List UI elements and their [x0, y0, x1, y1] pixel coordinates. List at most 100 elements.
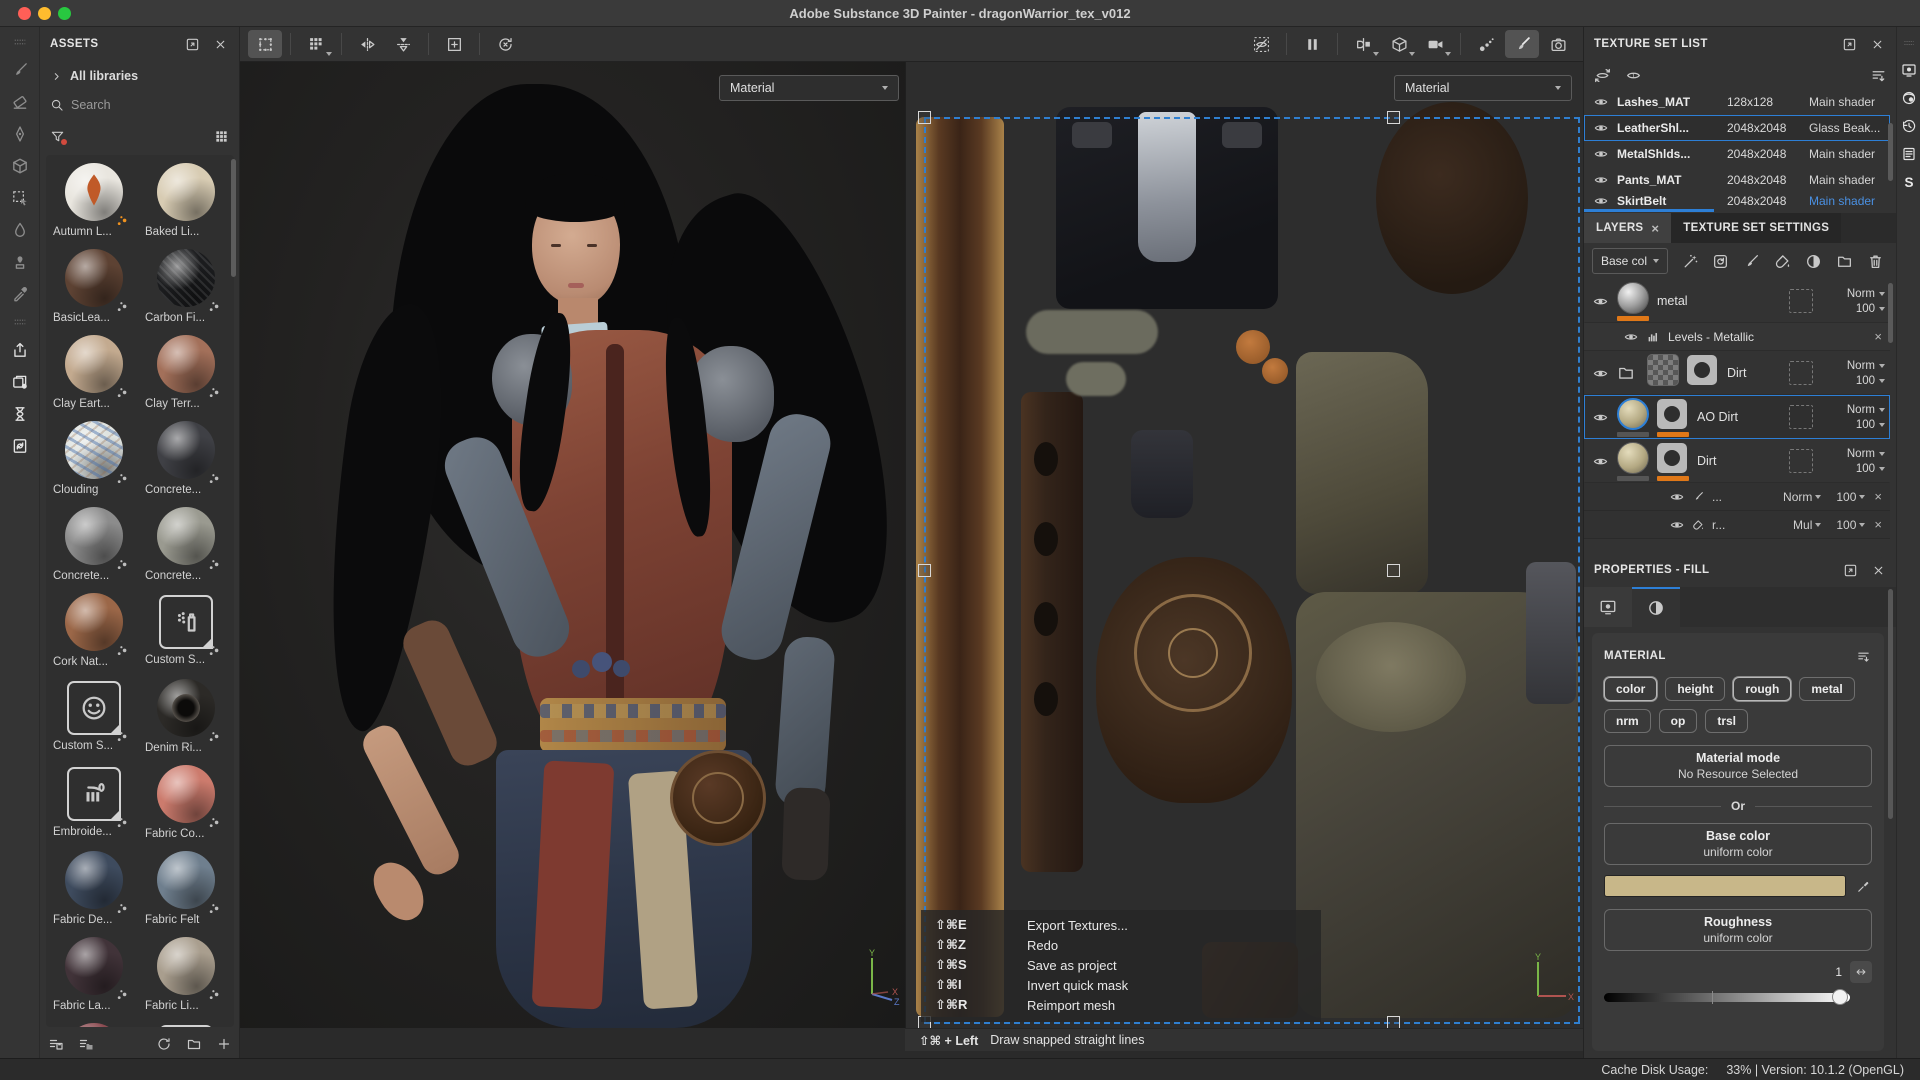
close-tab-icon[interactable]: ×	[1651, 221, 1659, 236]
texture-set-vscrollbar[interactable]	[1888, 123, 1893, 181]
remove-effect-button[interactable]: ×	[1874, 489, 1882, 504]
visibility-toggle[interactable]	[1670, 518, 1684, 532]
opacity-dropdown[interactable]: 100	[1836, 490, 1865, 504]
frame-add-button[interactable]	[437, 30, 471, 58]
opacity-dropdown[interactable]: 100	[1856, 303, 1885, 315]
channel-chip-height[interactable]: height	[1665, 677, 1725, 701]
eyedropper-icon[interactable]	[1854, 877, 1872, 895]
asset-item[interactable]: Custom S...	[142, 593, 230, 679]
texture-set-shader[interactable]: Main shader	[1809, 173, 1883, 187]
resources-updater-button[interactable]	[5, 431, 35, 461]
group-thumbnail[interactable]	[1647, 354, 1679, 386]
trash-button[interactable]	[1861, 248, 1889, 274]
asset-item[interactable]: Concrete...	[142, 507, 230, 593]
asset-thumbnail[interactable]	[157, 163, 215, 221]
channel-chip-rough[interactable]: rough	[1733, 677, 1791, 701]
asset-item[interactable]: Fabric Li...	[142, 937, 230, 1023]
search-input[interactable]	[71, 98, 191, 112]
geometry-fill-button[interactable]	[5, 151, 35, 181]
float-panel-button[interactable]	[183, 35, 201, 53]
asset-item[interactable]: Autumn L...	[50, 163, 138, 249]
close-panel-button[interactable]	[211, 35, 229, 53]
shading-mode-dropdown-3d[interactable]: Material	[719, 75, 899, 101]
layer-row[interactable]: DirtNorm100	[1584, 439, 1890, 483]
selection-handle[interactable]	[918, 564, 931, 577]
visibility-toggle[interactable]	[1591, 95, 1611, 109]
filter-funnel-icon[interactable]	[50, 129, 65, 144]
base-color-button[interactable]: Base color uniform color	[1604, 823, 1872, 865]
projection-button[interactable]	[5, 119, 35, 149]
asset-thumbnail[interactable]	[157, 249, 215, 307]
marquee-button[interactable]	[248, 30, 282, 58]
solo-one-button[interactable]: 1	[1625, 67, 1642, 84]
selection-handle[interactable]	[1387, 564, 1400, 577]
split-view-button[interactable]	[1346, 30, 1380, 58]
sort-filter-icon[interactable]	[1854, 647, 1872, 665]
visibility-toggle[interactable]	[1589, 294, 1611, 309]
blend-mode-dropdown[interactable]: Norm	[1847, 448, 1885, 460]
viewport-2d[interactable]: Material	[905, 62, 1583, 1028]
visibility-toggle[interactable]	[1589, 366, 1611, 381]
asset-thumbnail[interactable]	[65, 335, 123, 393]
channel-chip-metal[interactable]: metal	[1799, 677, 1854, 701]
asset-thumbnail[interactable]	[157, 421, 215, 479]
shading-mode-dropdown-2d[interactable]: Material	[1394, 75, 1572, 101]
visibility-toggle[interactable]	[1589, 410, 1611, 425]
material-mode-button[interactable]: Material mode No Resource Selected	[1604, 745, 1872, 787]
hide-selection-button[interactable]	[1244, 30, 1278, 58]
roughness-button[interactable]: Roughness uniform color	[1604, 909, 1872, 951]
swap-arrows-icon[interactable]	[1850, 961, 1872, 983]
history-button[interactable]	[1898, 115, 1920, 137]
asset-item[interactable]: Baked Li...	[142, 163, 230, 249]
visibility-toggle[interactable]	[1591, 147, 1611, 161]
asset-thumbnail[interactable]	[65, 851, 123, 909]
grid-view-icon[interactable]	[214, 129, 229, 144]
asset-thumbnail[interactable]	[65, 163, 123, 221]
layer-thumbnail[interactable]	[1617, 282, 1649, 314]
asset-item[interactable]: Clay Terr...	[142, 335, 230, 421]
folder-icon[interactable]	[1617, 364, 1641, 382]
texture-set-row[interactable]: LeatherShl...2048x2048Glass Beak...	[1584, 115, 1890, 141]
selection-handle[interactable]	[1387, 1016, 1400, 1028]
sub-effect-row[interactable]: r...Mul100×	[1584, 511, 1890, 539]
opacity-dropdown[interactable]: 100	[1856, 375, 1885, 387]
asset-item[interactable]: Clouding	[50, 421, 138, 507]
clone-button[interactable]	[5, 247, 35, 277]
assets-scrollbar[interactable]	[231, 159, 236, 277]
asset-thumbnail[interactable]	[65, 937, 123, 995]
wand-button[interactable]	[1676, 248, 1704, 274]
blend-mode-dropdown[interactable]: Norm	[1847, 404, 1885, 416]
blend-mode-dropdown[interactable]: Norm	[1783, 490, 1821, 504]
base-color-swatch[interactable]	[1604, 875, 1846, 897]
polygon-fill-button[interactable]	[5, 183, 35, 213]
visibility-toggle[interactable]	[1591, 173, 1611, 187]
paint-layer-button[interactable]	[1738, 248, 1766, 274]
layer-row[interactable]: AO DirtNorm100	[1584, 395, 1890, 439]
asset-item[interactable]: Denim Ri...	[142, 679, 230, 765]
asset-item[interactable]: Embroide...	[50, 765, 138, 851]
asset-thumbnail[interactable]	[157, 335, 215, 393]
screenshot-button[interactable]	[1541, 30, 1575, 58]
log-button[interactable]	[1898, 143, 1920, 165]
group-folder-button[interactable]	[1830, 248, 1858, 274]
mask-thumbnail[interactable]	[1657, 443, 1687, 473]
folder-new-button[interactable]	[186, 1036, 202, 1052]
asset-thumbnail[interactable]	[157, 765, 215, 823]
group-row[interactable]: DirtNorm100	[1584, 351, 1890, 395]
tab-properties-settings[interactable]	[1584, 587, 1632, 627]
layers-scrollbar[interactable]	[1888, 283, 1893, 343]
all-libraries-dropdown[interactable]: All libraries	[40, 61, 239, 91]
selection-handle[interactable]	[1387, 111, 1400, 124]
paint-button[interactable]	[5, 55, 35, 85]
visibility-toggle[interactable]	[1591, 194, 1611, 208]
mask-thumbnail[interactable]	[1687, 355, 1717, 385]
camera-button[interactable]	[1418, 30, 1452, 58]
asset-thumbnail[interactable]	[157, 851, 215, 909]
tab-properties-material[interactable]	[1632, 587, 1680, 627]
visibility-toggle[interactable]	[1624, 330, 1638, 344]
blend-mode-dropdown[interactable]: Norm	[1847, 288, 1885, 300]
tiles-button[interactable]	[299, 30, 333, 58]
remove-effect-button[interactable]: ×	[1874, 329, 1882, 344]
opacity-dropdown[interactable]: 100	[1856, 419, 1885, 431]
opacity-dropdown[interactable]: 100	[1856, 463, 1885, 475]
